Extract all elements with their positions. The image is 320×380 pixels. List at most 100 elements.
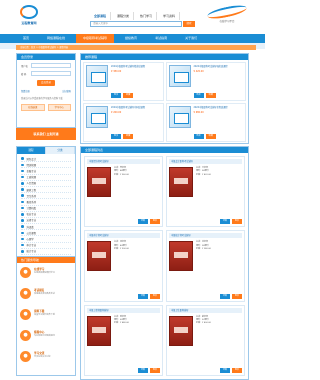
course-card[interactable]: 中级审计师考试辅导 主讲：张老师 课时：40课时 价格：¥ 300.00 详情 … — [84, 230, 163, 302]
buy-button[interactable]: 购买 — [111, 134, 122, 139]
service-item-desc: 学员在线交流讨论 — [34, 356, 51, 358]
course-card[interactable]: 中级卫生职称辅导 主讲：赵老师 课时：52课时 价格：¥ 400.00 详情 购… — [166, 304, 245, 376]
nav-item[interactable]: 关于我们 — [178, 34, 204, 43]
details-button[interactable]: 详情 — [219, 219, 230, 225]
bullet-icon — [21, 194, 24, 197]
bullet-icon — [21, 163, 24, 167]
featured-course-title[interactable]: 2024中级职称考试辅导强化班课程 — [194, 65, 244, 68]
password-input[interactable] — [31, 71, 71, 76]
featured-course-title[interactable]: 2024中级职称考试辅导精讲班课程 — [111, 65, 161, 68]
service-item[interactable]: ● 在线学习 在线视频课程随时学习 — [17, 263, 75, 284]
service-item[interactable]: ● 学习交流 学员在线交流讨论 — [17, 347, 75, 368]
login-button[interactable]: 会员登录 — [37, 80, 55, 86]
nav-item[interactable]: 网络课程在线 — [40, 34, 72, 43]
buy-button[interactable]: 购买 — [149, 368, 160, 373]
favorite-button[interactable]: 收藏 — [205, 93, 216, 98]
service-item-title: 客服中心 — [34, 331, 45, 334]
course-card[interactable]: 中级统计师考试辅导 主讲：刘老师 课时：36课时 价格：¥ 280.00 详情 … — [166, 230, 245, 302]
bullet-icon — [21, 188, 24, 191]
course-title[interactable]: 中级经济师考试辅导 — [87, 159, 160, 164]
nav-item[interactable]: 考试指南 — [148, 34, 174, 43]
book-cover-image[interactable] — [169, 241, 193, 272]
buy-button[interactable]: 购买 — [231, 219, 242, 225]
partner-logo: 在线学习平台 — [203, 2, 251, 26]
search-input[interactable]: 请输入关键字 — [90, 21, 182, 27]
category-tab[interactable]: 分类 — [46, 147, 75, 154]
site-logo[interactable]: 远程教育网 — [14, 5, 44, 27]
course-title[interactable]: 中级会计职称考试辅导 — [169, 159, 242, 164]
register-link[interactable]: 免费注册 — [21, 89, 30, 93]
nav-item[interactable]: 继续教育 — [118, 34, 144, 43]
book-cover-image[interactable] — [169, 167, 193, 197]
main-nav: 首页 网络课程在线 中级职称考试辅导 继续教育 考试指南 关于我们 — [0, 34, 265, 43]
featured-card[interactable]: 2024中级职称考试辅导精讲班课程 ¥ 380.00 购买 收藏 — [83, 62, 164, 101]
buy-button[interactable]: 购买 — [149, 219, 160, 225]
search-button[interactable]: 搜索 — [183, 21, 195, 27]
buy-button[interactable]: 购买 — [231, 293, 242, 299]
details-button[interactable]: 详情 — [137, 219, 148, 225]
login-links: 免费注册 忘记密码 — [21, 89, 71, 93]
book-cover-image[interactable] — [169, 315, 193, 346]
top-tab[interactable]: 全部课程 — [90, 12, 112, 20]
buy-button[interactable]: 购买 — [193, 93, 204, 98]
favorite-button[interactable]: 收藏 — [123, 134, 134, 139]
featured-course-title[interactable]: 2024中级职称考试辅导冲刺班课程 — [111, 106, 161, 109]
buy-button[interactable]: 购买 — [111, 93, 122, 98]
featured-card[interactable]: 2024中级职称考试辅导冲刺班课程 ¥ 260.00 购买 收藏 — [83, 103, 164, 142]
course-card[interactable]: 中级会计职称考试辅导 主讲：王老师 课时：56课时 价格：¥ 420.00 详情… — [166, 156, 245, 228]
course-box-image[interactable] — [168, 65, 191, 87]
course-box-image[interactable] — [86, 65, 108, 87]
details-button[interactable]: 详情 — [137, 293, 148, 299]
top-tab[interactable]: 热门学习 — [136, 12, 158, 20]
quick-service-button[interactable]: 学习中心 — [47, 104, 71, 112]
details-button[interactable]: 详情 — [219, 368, 230, 373]
username-input[interactable] — [31, 63, 71, 68]
featured-card[interactable]: 2024中级职称考试辅导强化班课程 ¥ 420.00 购买 收藏 — [165, 62, 246, 101]
category-item[interactable]: 统计专业 — [21, 249, 71, 255]
book-cover-image[interactable] — [87, 167, 111, 197]
course-box-image[interactable] — [168, 106, 191, 128]
quick-service-button[interactable]: 在线选课 — [21, 104, 45, 112]
course-title[interactable]: 中级卫生职称辅导 — [169, 307, 242, 313]
details-button[interactable]: 详情 — [219, 293, 230, 299]
book-cover-image[interactable] — [87, 241, 111, 272]
featured-course-title[interactable]: 2024中级职称考试辅导全程班课程 — [194, 106, 244, 109]
course-box-image[interactable] — [86, 106, 108, 128]
book-cover-image[interactable] — [87, 315, 111, 346]
course-actions: 详情 购买 — [169, 293, 242, 299]
category-label: 卫生系列 — [26, 194, 37, 198]
service-item[interactable]: ● 客服中心 专业客服为您解答疑问 — [17, 326, 75, 347]
buy-button[interactable]: 购买 — [193, 134, 204, 139]
contact-banner[interactable]: 联系我们 立刻开通 — [16, 128, 76, 140]
bullet-icon — [21, 231, 24, 235]
course-detail-line: 价格：¥ 480.00 — [114, 322, 129, 325]
top-tab[interactable]: 学习资料 — [159, 12, 181, 20]
details-button[interactable]: 详情 — [137, 368, 148, 373]
featured-actions: 购买 收藏 — [111, 93, 161, 98]
course-title[interactable]: 中级审计师考试辅导 — [87, 233, 160, 239]
service-item[interactable]: ● 资料下载 海量学习资料免费下载 — [17, 305, 75, 326]
course-title[interactable]: 中级工程师职称辅导 — [87, 307, 160, 313]
service-item[interactable]: ● 考试报名 快速报名参加各类考试 — [17, 284, 75, 305]
favorite-button[interactable]: 收藏 — [205, 134, 216, 139]
course-details: 主讲：李老师 课时：48课时 价格：¥ 360.00 — [114, 167, 160, 197]
service-icon: ● — [20, 267, 31, 278]
course-card[interactable]: 中级工程师职称辅导 主讲：陈老师 课时：60课时 价格：¥ 480.00 详情 … — [84, 304, 163, 376]
course-detail-line: 价格：¥ 360.00 — [114, 173, 129, 176]
login-panel: 会员登录 用户名 密 码 会员登录 免费注册 忘记密码 登录后可以享受更多的学习… — [16, 53, 76, 128]
course-card[interactable]: 中级经济师考试辅导 主讲：李老师 课时：48课时 价格：¥ 360.00 详情 … — [84, 156, 163, 228]
service-icon: ● — [20, 309, 31, 320]
featured-card[interactable]: 2024中级职称考试辅导全程班课程 ¥ 680.00 购买 收藏 — [165, 103, 246, 142]
course-title[interactable]: 中级统计师考试辅导 — [169, 233, 242, 239]
top-tab[interactable]: 课程分类 — [113, 12, 135, 20]
buy-button[interactable]: 购买 — [149, 293, 160, 299]
favorite-button[interactable]: 收藏 — [123, 93, 134, 98]
buy-button[interactable]: 购买 — [231, 368, 242, 373]
service-icon: ● — [20, 351, 31, 362]
category-tab[interactable]: 课程 — [17, 147, 46, 154]
nav-item[interactable]: 首页 — [16, 34, 36, 43]
forgot-password-link[interactable]: 忘记密码 — [62, 89, 71, 93]
bullet-icon — [21, 206, 24, 210]
service-item-title: 考试报名 — [34, 289, 45, 292]
nav-item-active[interactable]: 中级职称考试辅导 — [76, 34, 115, 43]
